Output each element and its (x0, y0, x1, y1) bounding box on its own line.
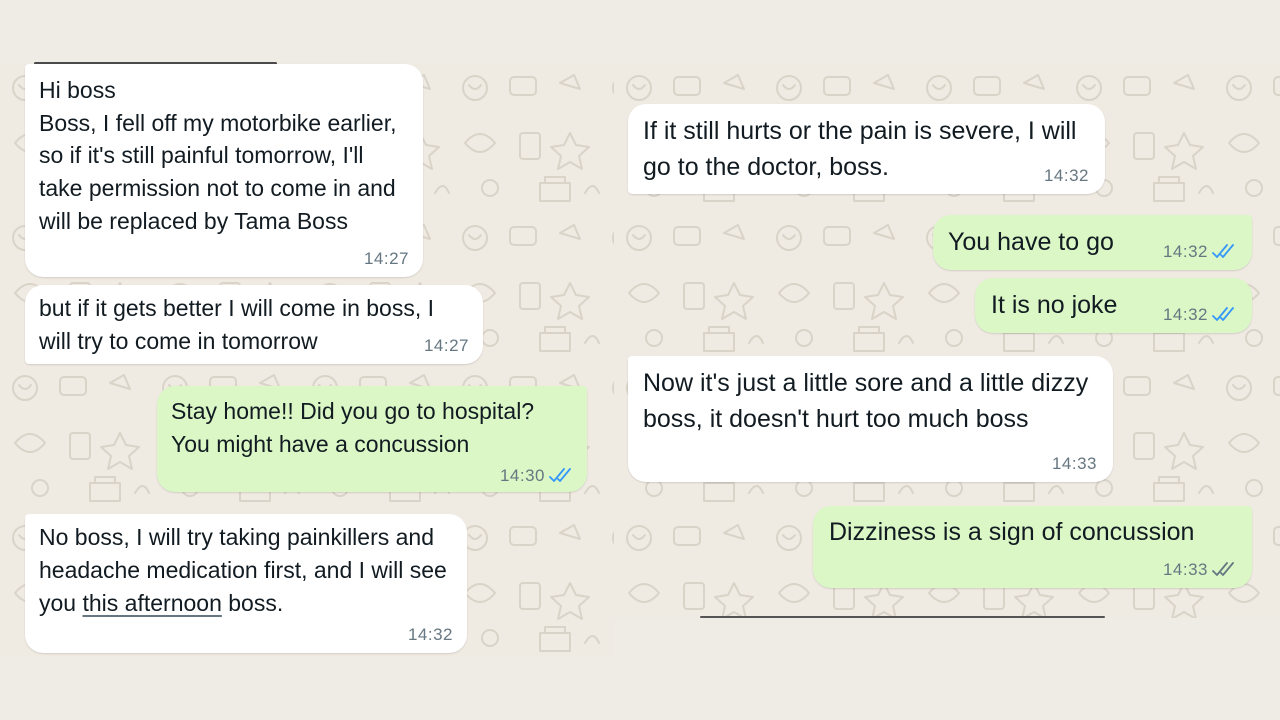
double-check-icon (1212, 244, 1234, 258)
message-text-part: boss. (221, 590, 284, 616)
message-bubble-outgoing[interactable]: You have to go 14:32 (933, 215, 1252, 270)
timestamp-text: 14:27 (423, 336, 469, 355)
message-time: 14:32 (1044, 166, 1089, 186)
double-check-icon (1212, 307, 1234, 321)
message-time: 14:32 (1163, 242, 1238, 262)
message-text: No boss, I will try taking painkillers a… (39, 521, 459, 620)
message-bubble-outgoing[interactable]: Dizziness is a sign of concussion 14:33 (813, 506, 1252, 588)
message-bubble-incoming[interactable]: Hi boss Boss, I fell off my motorbike ea… (25, 64, 423, 277)
double-check-icon (549, 468, 571, 482)
message-bubble-incoming[interactable]: No boss, I will try taking painkillers a… (25, 514, 467, 653)
timestamp-text: 14:32 (1162, 242, 1208, 261)
message-text: Dizziness is a sign of concussion (829, 518, 1195, 546)
timestamp-text: 14:32 (407, 625, 453, 644)
message-bubble-incoming[interactable]: Now it's just a little sore and a little… (628, 356, 1113, 482)
message-time: 14:33 (1052, 454, 1097, 474)
message-bubble-incoming[interactable]: If it still hurts or the pain is severe,… (628, 104, 1105, 194)
timestamp-text: 14:33 (1162, 560, 1208, 579)
cropped-divider (700, 616, 1105, 618)
message-time: 14:32 (1163, 305, 1238, 325)
message-time: 14:30 (500, 466, 575, 486)
message-time: 14:27 (424, 336, 469, 356)
message-time: 14:32 (408, 625, 453, 645)
message-text: Stay home!! Did you go to hospital? You … (171, 398, 535, 457)
message-text: You have to go (948, 228, 1114, 256)
timestamp-text: 14:32 (1043, 166, 1089, 185)
double-check-icon (1212, 562, 1234, 576)
message-bubble-outgoing[interactable]: It is no joke 14:32 (975, 278, 1252, 333)
message-time: 14:33 (1163, 560, 1238, 580)
timestamp-text: 14:32 (1162, 305, 1208, 324)
message-text: but if it gets better I will come in bos… (39, 295, 434, 354)
timestamp-text: 14:27 (363, 249, 409, 268)
message-time: 14:27 (364, 249, 409, 269)
message-text: It is no joke (991, 291, 1118, 319)
timestamp-text: 14:30 (499, 466, 545, 485)
message-text: Now it's just a little sore and a little… (643, 369, 1089, 433)
message-bubble-outgoing[interactable]: Stay home!! Did you go to hospital? You … (157, 386, 587, 492)
message-text: Hi boss Boss, I fell off my motorbike ea… (39, 77, 397, 234)
message-text: If it still hurts or the pain is severe,… (643, 117, 1077, 181)
timestamp-text: 14:33 (1051, 454, 1097, 473)
message-bubble-incoming[interactable]: but if it gets better I will come in bos… (25, 285, 483, 364)
date-link[interactable]: this afternoon (82, 590, 221, 616)
